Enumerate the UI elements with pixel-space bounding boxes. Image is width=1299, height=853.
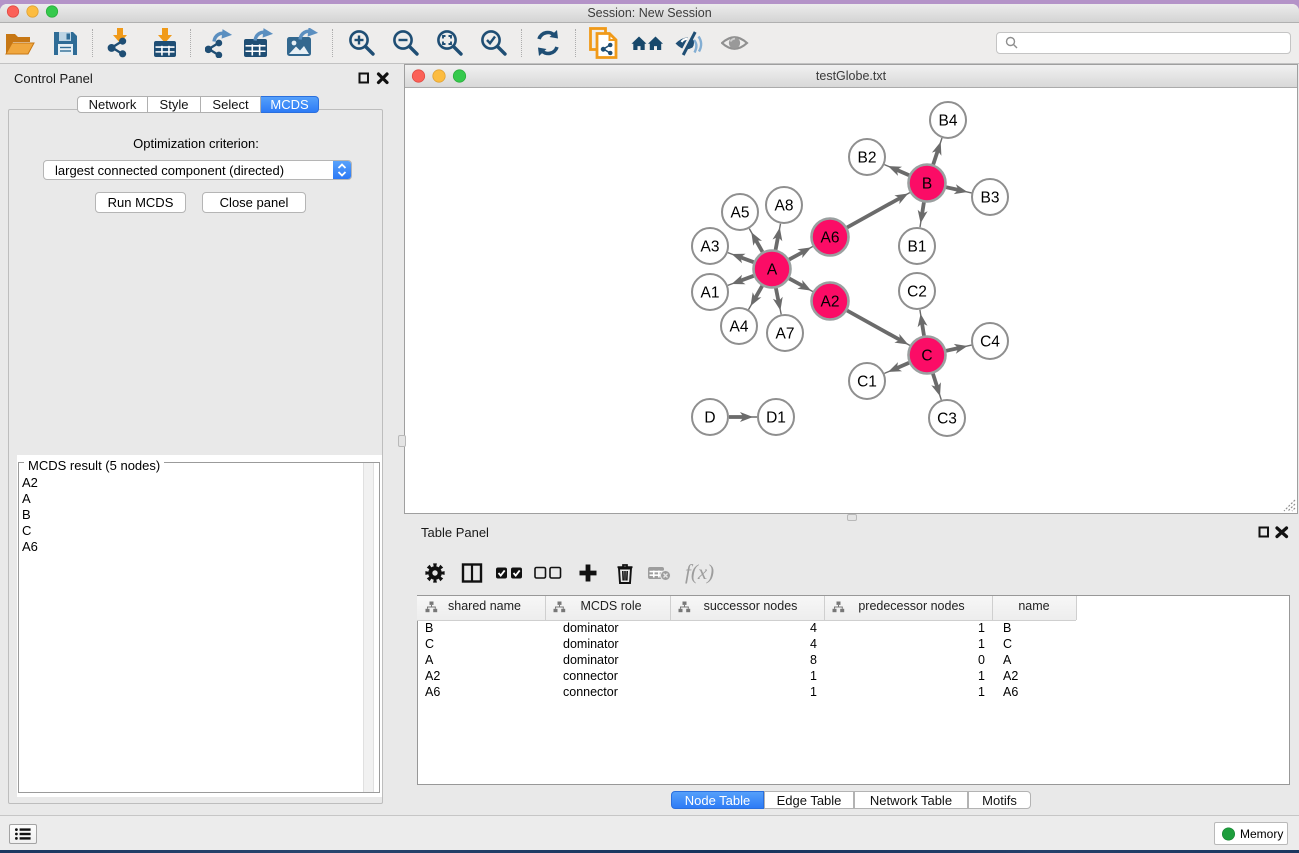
svg-text:A2: A2 <box>821 294 840 311</box>
svg-text:A: A <box>767 262 778 279</box>
svg-text:A5: A5 <box>731 205 750 222</box>
svg-text:A3: A3 <box>701 239 720 256</box>
svg-text:B1: B1 <box>908 239 927 256</box>
svg-text:C1: C1 <box>857 374 877 391</box>
svg-text:A8: A8 <box>775 198 794 215</box>
svg-text:B3: B3 <box>981 190 1000 207</box>
svg-text:B2: B2 <box>858 150 877 167</box>
svg-text:C4: C4 <box>980 334 1000 351</box>
svg-text:C2: C2 <box>907 284 927 301</box>
svg-text:D: D <box>704 410 715 427</box>
svg-text:B: B <box>922 176 932 193</box>
svg-text:A1: A1 <box>701 285 720 302</box>
svg-text:C: C <box>921 348 932 365</box>
svg-text:C3: C3 <box>937 411 957 428</box>
svg-text:A4: A4 <box>730 319 749 336</box>
svg-text:B4: B4 <box>939 113 958 130</box>
svg-text:A6: A6 <box>821 230 840 247</box>
svg-text:D1: D1 <box>766 410 786 427</box>
svg-text:A7: A7 <box>776 326 795 343</box>
